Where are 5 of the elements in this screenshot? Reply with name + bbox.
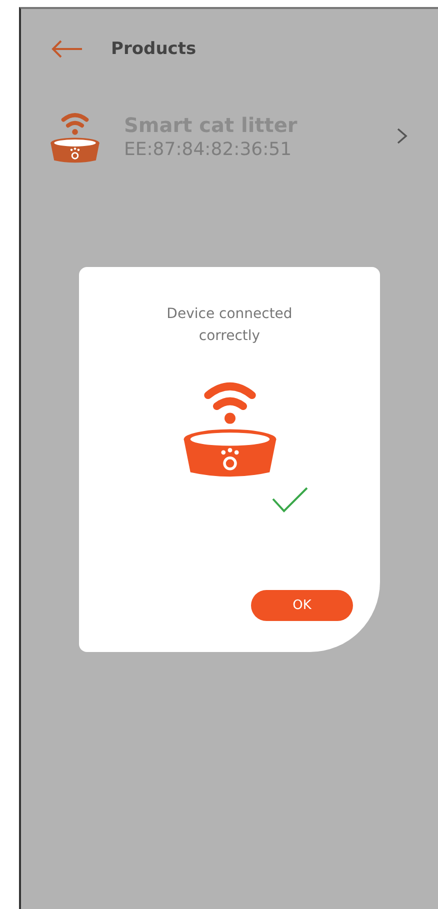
chevron-right-icon[interactable]	[396, 127, 408, 145]
back-arrow-icon[interactable]	[51, 40, 83, 58]
page-title: Products	[111, 39, 196, 59]
status-message: Device connected correctly	[166, 305, 294, 346]
ok-button[interactable]: OK	[251, 590, 353, 621]
